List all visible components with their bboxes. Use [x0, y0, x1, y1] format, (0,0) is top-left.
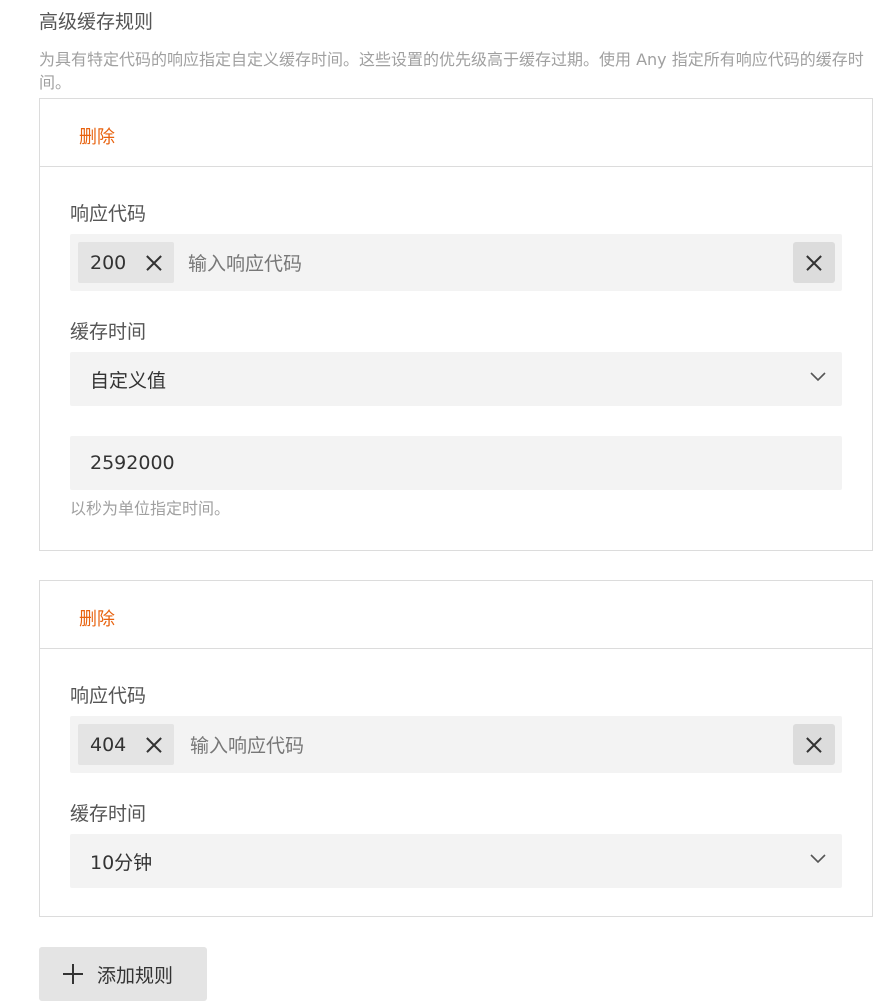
response-codes-label: 响应代码	[70, 685, 147, 707]
cache-time-label: 缓存时间	[70, 803, 147, 825]
response-code-chip-label: 200	[90, 251, 127, 274]
add-rule-button[interactable]: 添加规则	[39, 947, 207, 1001]
rule-card: 删除 响应代码 200 缓存时间 自定义值 以秒为单位指定时间。	[39, 98, 873, 551]
section-title: 高级缓存规则	[39, 11, 154, 33]
custom-seconds-input[interactable]	[70, 436, 842, 490]
cache-time-select[interactable]: 自定义值	[70, 352, 842, 406]
rule-card-header: 删除	[40, 581, 872, 649]
close-icon[interactable]	[146, 255, 162, 271]
response-code-chip: 200	[78, 242, 175, 283]
rule-card-body: 响应代码 404 缓存时间 10分钟	[40, 681, 872, 888]
cache-time-select-value: 10分钟	[90, 851, 153, 874]
chevron-down-icon	[810, 372, 826, 382]
response-codes-field: 404	[70, 716, 842, 775]
clear-codes-button[interactable]	[793, 242, 835, 283]
plus-icon	[63, 964, 83, 984]
rule-card-body: 响应代码 200 缓存时间 自定义值 以秒为单位指定时间。	[40, 199, 872, 519]
response-codes-input[interactable]	[186, 234, 770, 293]
seconds-hint: 以秒为单位指定时间。	[70, 499, 231, 518]
response-code-chip-label: 404	[90, 733, 127, 756]
rule-card-header: 删除	[40, 99, 872, 167]
close-icon[interactable]	[146, 737, 162, 753]
delete-rule-button[interactable]: 删除	[79, 605, 115, 631]
response-codes-input[interactable]	[188, 716, 772, 775]
delete-rule-button[interactable]: 删除	[79, 123, 115, 149]
response-code-chip: 404	[78, 724, 175, 765]
response-codes-field: 200	[70, 234, 842, 293]
cache-time-label: 缓存时间	[70, 321, 147, 343]
clear-codes-button[interactable]	[793, 724, 835, 765]
cache-time-select-value: 自定义值	[90, 369, 167, 392]
cache-time-select[interactable]: 10分钟	[70, 834, 842, 888]
rule-card: 删除 响应代码 404 缓存时间 10分钟	[39, 580, 873, 917]
chevron-down-icon	[810, 854, 826, 864]
section-description: 为具有特定代码的响应指定自定义缓存时间。这些设置的优先级高于缓存过期。使用 An…	[39, 50, 864, 92]
response-codes-label: 响应代码	[70, 203, 147, 225]
add-rule-label: 添加规则	[97, 964, 174, 987]
